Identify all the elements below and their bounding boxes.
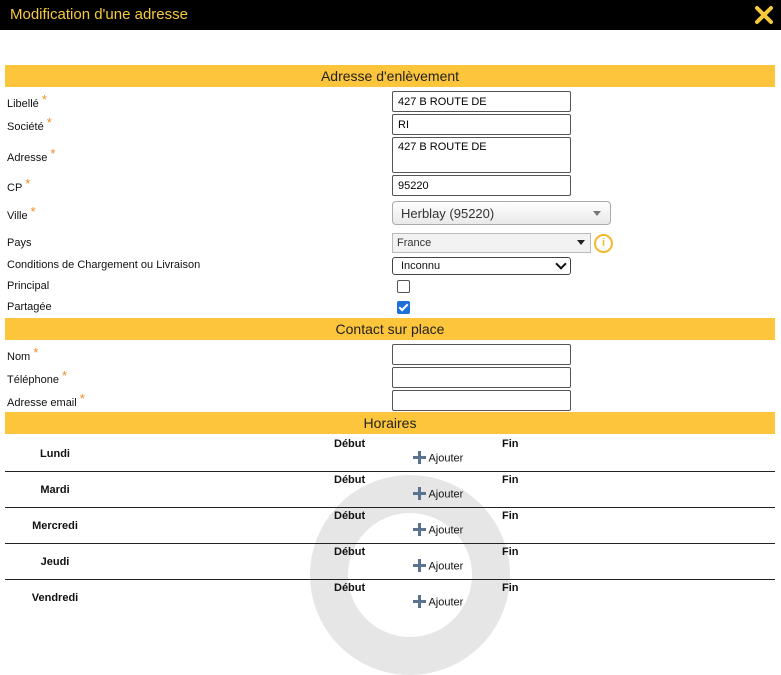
add-label: Ajouter xyxy=(428,596,464,609)
section-pickup-address: Adresse d'enlèvement xyxy=(5,65,775,87)
start-label: Début xyxy=(334,474,366,486)
day-label: Mercredi xyxy=(32,520,78,532)
day-label: Mardi xyxy=(40,484,70,496)
required-mark: * xyxy=(25,176,31,191)
required-mark: * xyxy=(79,391,85,406)
required-mark: * xyxy=(41,92,47,107)
conditions-select[interactable]: Inconnu xyxy=(392,257,571,275)
end-label: Fin xyxy=(502,438,519,450)
label-partagee: Partagée xyxy=(7,301,52,313)
start-label: Début xyxy=(334,438,366,450)
plus-icon xyxy=(413,595,426,608)
required-mark: * xyxy=(33,345,39,360)
add-label: Ajouter xyxy=(428,488,464,501)
conditions-value: Inconnu xyxy=(401,260,441,272)
close-icon[interactable] xyxy=(754,5,774,25)
add-hours-button[interactable]: Ajouter xyxy=(413,559,464,573)
add-hours-button[interactable]: Ajouter xyxy=(413,487,464,501)
dialog-titlebar: Modification d'une adresse xyxy=(0,0,781,30)
info-icon[interactable]: i xyxy=(594,234,613,253)
required-mark: * xyxy=(62,368,68,383)
label-telephone: Téléphone * xyxy=(7,368,68,386)
day-row-mardi: Mardi Début Fin Ajouter xyxy=(5,472,775,508)
section-contact: Contact sur place xyxy=(5,318,775,340)
societe-input[interactable] xyxy=(392,114,571,135)
ville-select[interactable]: Herblay (95220) xyxy=(392,201,611,225)
adresse-textarea[interactable]: 427 B ROUTE DE xyxy=(392,137,571,173)
required-mark: * xyxy=(50,146,56,161)
cp-input[interactable] xyxy=(392,175,571,196)
start-label: Début xyxy=(334,510,366,522)
section-hours: Horaires xyxy=(5,412,775,434)
email-input[interactable] xyxy=(392,390,571,411)
label-libelle: Libellé * xyxy=(7,92,47,110)
start-label: Début xyxy=(334,582,366,594)
day-row-jeudi: Jeudi Début Fin Ajouter xyxy=(5,544,775,580)
add-label: Ajouter xyxy=(428,560,464,573)
chevron-down-icon xyxy=(593,211,601,216)
day-label: Lundi xyxy=(40,448,70,460)
label-nom: Nom * xyxy=(7,345,39,363)
label-principal: Principal xyxy=(7,280,50,292)
day-label: Vendredi xyxy=(31,592,79,604)
end-label: Fin xyxy=(502,510,519,522)
label-ville: Ville * xyxy=(7,204,36,222)
day-label: Jeudi xyxy=(40,556,70,568)
add-hours-button[interactable]: Ajouter xyxy=(413,595,464,609)
telephone-input[interactable] xyxy=(392,367,571,388)
plus-icon xyxy=(413,451,426,464)
add-hours-button[interactable]: Ajouter xyxy=(413,451,464,465)
label-societe: Société * xyxy=(7,115,52,133)
end-label: Fin xyxy=(502,474,519,486)
required-mark: * xyxy=(46,115,52,130)
nom-input[interactable] xyxy=(392,344,571,365)
plus-icon xyxy=(413,523,426,536)
end-label: Fin xyxy=(502,582,519,594)
start-label: Début xyxy=(334,546,366,558)
label-email: Adresse email * xyxy=(7,391,85,409)
plus-icon xyxy=(413,487,426,500)
chevron-down-icon xyxy=(555,258,567,270)
plus-icon xyxy=(413,559,426,572)
required-mark: * xyxy=(30,204,36,219)
day-row-vendredi: Vendredi Début Fin Ajouter xyxy=(5,580,775,616)
libelle-input[interactable] xyxy=(392,91,571,112)
label-conditions: Conditions de Chargement ou Livraison xyxy=(7,259,201,271)
ville-value: Herblay (95220) xyxy=(401,206,495,221)
add-hours-button[interactable]: Ajouter xyxy=(413,523,464,537)
add-label: Ajouter xyxy=(428,524,464,537)
chevron-down-icon xyxy=(577,240,585,245)
end-label: Fin xyxy=(502,546,519,558)
day-row-mercredi: Mercredi Début Fin Ajouter xyxy=(5,508,775,544)
dialog-title: Modification d'une adresse xyxy=(10,6,188,23)
label-adresse: Adresse * xyxy=(7,146,56,164)
label-cp: CP * xyxy=(7,176,31,194)
label-pays: Pays xyxy=(7,237,32,249)
add-label: Ajouter xyxy=(428,452,464,465)
pays-select[interactable]: France xyxy=(392,233,591,253)
partagee-checkbox[interactable] xyxy=(397,301,410,314)
pays-value: France xyxy=(397,237,432,249)
day-row-lundi: Lundi Début Fin Ajouter xyxy=(5,436,775,472)
principal-checkbox[interactable] xyxy=(397,280,410,293)
